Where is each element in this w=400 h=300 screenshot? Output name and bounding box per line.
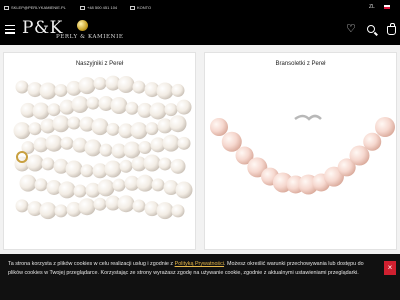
necklace-image — [13, 75, 193, 220]
category-title: Naszyjniki z Pereł — [75, 61, 124, 67]
user-icon — [130, 5, 135, 10]
flag-icon[interactable] — [384, 5, 390, 9]
menu-button[interactable] — [5, 25, 15, 34]
privacy-policy-link[interactable]: Polityką Prywatności — [175, 261, 224, 267]
email-link[interactable]: SKLEP@PERLYKAMIENIE.PL — [4, 5, 66, 10]
language-selector[interactable]: ZL — [369, 4, 375, 10]
cookie-banner: Ta strona korzysta z plików cookies w ce… — [0, 254, 400, 300]
header: P&K PERLY & KAMIENIE ♡ — [0, 14, 400, 45]
search-icon[interactable] — [367, 25, 375, 33]
category-card-bracelets[interactable]: Bransoletki z Pereł — [204, 52, 397, 250]
phone-link[interactable]: +48 500 451 104 — [80, 5, 117, 10]
category-card-necklaces[interactable]: Naszyjniki z Pereł — [3, 52, 196, 250]
logo-subtitle: PERLY & KAMIENIE — [56, 34, 124, 40]
heart-icon[interactable]: ♡ — [346, 22, 356, 35]
bracelet-image — [210, 114, 395, 195]
close-button[interactable]: × — [384, 261, 396, 275]
category-title: Bransoletki z Pereł — [275, 61, 326, 67]
top-bar: SKLEP@PERLYKAMIENIE.PL +48 500 451 104 K… — [0, 0, 400, 14]
phone-icon — [80, 5, 85, 10]
account-link[interactable]: KONTO — [130, 5, 151, 10]
mail-icon — [4, 5, 9, 10]
cart-icon[interactable] — [387, 23, 396, 35]
pearl-logo-icon — [77, 20, 88, 31]
